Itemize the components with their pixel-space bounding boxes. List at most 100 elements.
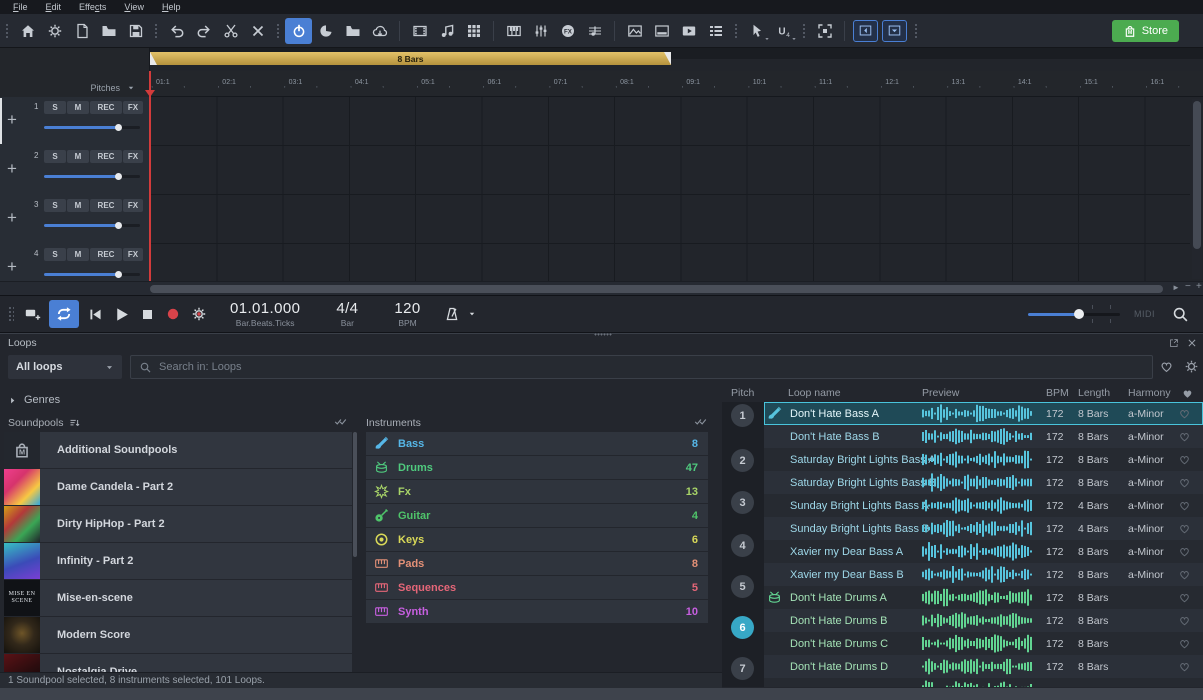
store-button[interactable]: M Store	[1112, 20, 1179, 42]
transport-grip[interactable]	[8, 306, 14, 322]
waveform-preview[interactable]	[922, 657, 1034, 676]
track-volume-slider[interactable]	[44, 273, 140, 276]
settings-button[interactable]	[41, 18, 68, 44]
track-3-s-button[interactable]: S	[44, 199, 66, 212]
track-header-2[interactable]: +2SMRECFX	[0, 146, 150, 195]
score-button[interactable]	[581, 18, 608, 44]
add-track-button[interactable]: +	[7, 111, 17, 128]
cloud-download-button[interactable]	[366, 18, 393, 44]
instrument-item-guitar[interactable]: Guitar4	[366, 504, 708, 527]
waveform-preview[interactable]	[922, 496, 1034, 515]
delete-button[interactable]	[244, 18, 271, 44]
cut-button[interactable]	[217, 18, 244, 44]
slider-knob[interactable]	[115, 173, 122, 180]
pitch-2[interactable]: 2	[731, 449, 754, 472]
image-button[interactable]	[621, 18, 648, 44]
favorites-heart-icon[interactable]	[1159, 359, 1174, 374]
home-button[interactable]	[14, 18, 41, 44]
menu-help[interactable]: Help	[153, 0, 190, 14]
track-header-3[interactable]: +3SMRECFX	[0, 195, 150, 244]
pitch-6-active[interactable]: 6	[731, 616, 754, 639]
track-header-4[interactable]: +4SMRECFX	[0, 244, 150, 281]
track-1-fx-button[interactable]: FX	[123, 101, 143, 114]
favorite-heart-icon[interactable]	[1178, 402, 1191, 425]
waveform-preview[interactable]	[922, 588, 1034, 607]
loop-row-saturday-bright-lights-bass-b[interactable]: Saturday Bright Lights Bass B1728 Barsa-…	[764, 471, 1203, 494]
pitch-3[interactable]: 3	[731, 491, 754, 514]
column-header-length[interactable]: Length	[1078, 385, 1110, 402]
favorite-heart-icon[interactable]	[1178, 586, 1191, 609]
favorite-heart-icon[interactable]	[1178, 655, 1191, 678]
loop-row-partial[interactable]	[764, 678, 1203, 687]
track-2-rec-button[interactable]: REC	[90, 150, 122, 163]
metronome-options-caret[interactable]	[465, 300, 479, 328]
add-track-button[interactable]: +	[7, 209, 17, 226]
slider-knob[interactable]	[115, 124, 122, 131]
track-1-s-button[interactable]: S	[44, 101, 66, 114]
track-volume-slider[interactable]	[44, 126, 140, 129]
pie-view-button[interactable]	[312, 18, 339, 44]
template-button[interactable]	[648, 18, 675, 44]
favorite-heart-icon[interactable]	[1178, 563, 1191, 586]
favorite-heart-icon[interactable]	[1178, 517, 1191, 540]
record-button[interactable]	[160, 300, 186, 328]
favorite-heart-icon[interactable]	[1178, 540, 1191, 563]
column-header-bpm[interactable]: BPM	[1046, 385, 1069, 402]
loop-grid-button[interactable]	[460, 18, 487, 44]
toolbar-grip[interactable]	[4, 22, 10, 40]
pitch-1[interactable]: 1	[731, 404, 754, 427]
track-volume-slider[interactable]	[44, 175, 140, 178]
loop-range-marker[interactable]: 8 Bars	[150, 52, 671, 65]
add-track-button[interactable]: +	[7, 258, 17, 275]
track-volume-slider[interactable]	[44, 224, 140, 227]
new-project-button[interactable]	[68, 18, 95, 44]
waveform-preview[interactable]	[922, 611, 1034, 630]
record-settings-button[interactable]	[186, 300, 212, 328]
column-header-loop-name[interactable]: Loop name	[788, 385, 841, 402]
track-4-s-button[interactable]: S	[44, 248, 66, 261]
waveform-preview[interactable]	[922, 634, 1034, 653]
zoom-out-button[interactable]: −	[1185, 281, 1191, 292]
waveform-preview[interactable]	[922, 427, 1034, 446]
menu-view[interactable]: View	[115, 0, 153, 14]
loop-row-don-t-hate-drums-b[interactable]: Don't Hate Drums B1728 Bars	[764, 609, 1203, 632]
instrument-item-bass[interactable]: Bass8	[366, 432, 708, 455]
menu-effects[interactable]: Effects	[70, 0, 115, 14]
soundpool-item-mise-en-scene[interactable]: MISE EN SCENEMise-en-scene	[4, 580, 352, 616]
loop-row-don-t-hate-drums-c[interactable]: Don't Hate Drums C1728 Bars	[764, 632, 1203, 655]
loop-row-saturday-bright-lights-bass-a[interactable]: Saturday Bright Lights Bass A1728 Barsa-…	[764, 448, 1203, 471]
media-pool-button[interactable]	[406, 18, 433, 44]
skip-to-start-button[interactable]	[82, 300, 108, 328]
instrument-item-pads[interactable]: Pads8	[366, 552, 708, 575]
instrument-item-sequences[interactable]: Sequences5	[366, 576, 708, 599]
track-3-m-button[interactable]: M	[67, 199, 89, 212]
panel-bottom-button[interactable]	[882, 20, 907, 42]
toolbar-grip[interactable]	[913, 22, 919, 40]
favorite-heart-icon[interactable]	[1178, 494, 1191, 517]
track-2-s-button[interactable]: S	[44, 150, 66, 163]
horizontal-scrollbar-thumb[interactable]	[150, 285, 1163, 293]
master-volume-slider[interactable]	[1028, 300, 1120, 328]
track-2-fx-button[interactable]: FX	[123, 150, 143, 163]
horizontal-scrollbar[interactable]: ► − +	[0, 281, 1203, 295]
loop-row-sunday-bright-lights-bass-a[interactable]: Sunday Bright Lights Bass A1724 Barsa-Mi…	[764, 494, 1203, 517]
soundpools-select-all-icon[interactable]	[334, 415, 347, 428]
favorite-heart-icon[interactable]	[1178, 448, 1191, 471]
track-3-rec-button[interactable]: REC	[90, 199, 122, 212]
instruments-select-all-icon[interactable]	[694, 415, 707, 428]
save-button[interactable]	[122, 18, 149, 44]
genres-section-toggle[interactable]: Genres	[8, 394, 60, 406]
soundpool-item-dame-candela-part-2[interactable]: Dame Candela - Part 2	[4, 469, 352, 505]
favorite-heart-icon[interactable]	[1178, 471, 1191, 494]
timeline-ruler[interactable]: ,01:1,,02:1,,03:1,,04:1,,05:1,,06:1,,07:…	[0, 71, 1203, 97]
waveform-preview[interactable]	[922, 519, 1034, 538]
favorite-heart-icon[interactable]	[1178, 425, 1191, 448]
track-4-fx-button[interactable]: FX	[123, 248, 143, 261]
pitch-5[interactable]: 5	[731, 575, 754, 598]
loop-row-xavier-my-dear-bass-a[interactable]: Xavier my Dear Bass A1728 Barsa-Minor	[764, 540, 1203, 563]
music-note-button[interactable]	[433, 18, 460, 44]
waveform-preview[interactable]	[922, 542, 1034, 561]
loop-row-sunday-bright-lights-bass-b[interactable]: Sunday Bright Lights Bass B1724 Barsa-Mi…	[764, 517, 1203, 540]
pitch-4[interactable]: 4	[731, 534, 754, 557]
vertical-scrollbar-thumb[interactable]	[1193, 101, 1201, 249]
